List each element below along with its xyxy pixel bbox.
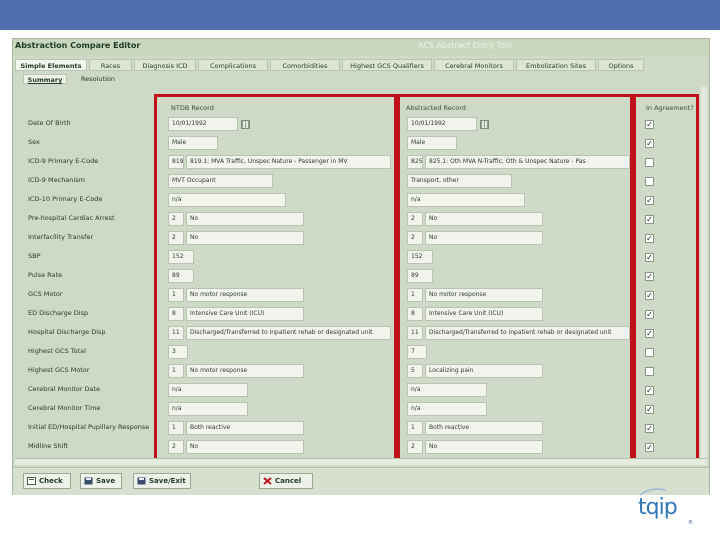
row-label: Pulse Rate bbox=[28, 271, 63, 279]
cancel-icon bbox=[263, 477, 272, 485]
save-exit-label: Save/Exit bbox=[149, 477, 186, 485]
tool-title: ACS Abstract Entry Tool bbox=[418, 41, 513, 50]
abstraction-compare-window: Abstraction Compare Editor ACS Abstract … bbox=[12, 38, 710, 495]
row-label: Initial ED/Hospital Pupillary Response bbox=[28, 423, 150, 431]
row-label: Midline Shift bbox=[28, 442, 69, 450]
row-label: Highest GCS Motor bbox=[28, 366, 90, 374]
row-label: Highest GCS Total bbox=[28, 347, 86, 355]
row-label: GCS Motor bbox=[28, 290, 63, 298]
row-label: Interfacility Transfer bbox=[28, 233, 94, 241]
row-label: Hospital Discharge Disp bbox=[28, 328, 106, 336]
tab-simple-elements[interactable]: Simple Elements bbox=[15, 59, 87, 71]
tab-races[interactable]: Races bbox=[89, 59, 132, 71]
row-label: Cerebral Monitor Time bbox=[28, 404, 101, 412]
check-icon bbox=[27, 477, 36, 485]
subtab-summary[interactable]: Summary bbox=[23, 74, 67, 84]
tab-diagnosis-icd[interactable]: Diagnosis ICD bbox=[134, 59, 196, 71]
row-label: ICD-10 Primary E-Code bbox=[28, 195, 103, 203]
row-label: SBP bbox=[28, 252, 41, 260]
row-label: ICD-9 Primary E-Code bbox=[28, 157, 99, 165]
row-label: Date Of Birth bbox=[28, 119, 71, 127]
title-bar: Abstraction Compare Editor ACS Abstract … bbox=[13, 39, 709, 55]
save-exit-icon bbox=[137, 477, 146, 485]
save-icon bbox=[84, 477, 93, 485]
save-button[interactable]: Save bbox=[80, 473, 122, 489]
horizontal-scrollbar[interactable] bbox=[15, 458, 707, 465]
agreement-highlight-box bbox=[633, 94, 699, 461]
save-label: Save bbox=[96, 477, 116, 485]
tab-options[interactable]: Options bbox=[598, 59, 644, 71]
abstracted-highlight-box bbox=[397, 94, 633, 461]
tqip-logo: tqip ® bbox=[638, 488, 698, 535]
row-label: Pre-hospital Cardiac Arrest bbox=[28, 214, 115, 222]
logo-registered-mark: ® bbox=[688, 520, 693, 526]
tab-comorbidities[interactable]: Comorbidities bbox=[270, 59, 340, 71]
cancel-button[interactable]: Cancel bbox=[259, 473, 313, 489]
logo-text: tqip bbox=[638, 495, 678, 520]
tab-cerebral-monitors[interactable]: Cerebral Monitors bbox=[434, 59, 514, 71]
ntdb-highlight-box bbox=[154, 94, 397, 461]
save-exit-button[interactable]: Save/Exit bbox=[133, 473, 191, 489]
tab-embolization-sites[interactable]: Embolization Sites bbox=[516, 59, 596, 71]
top-banner bbox=[0, 0, 720, 30]
row-label: ED Discharge Disp bbox=[28, 309, 89, 317]
tab-complications[interactable]: Complications bbox=[198, 59, 268, 71]
row-label: ICD-9 Mechanism bbox=[28, 176, 85, 184]
subtab-bar: Summary Resolution bbox=[13, 74, 709, 84]
tab-highest-gcs-qualifiers[interactable]: Highest GCS Qualifiers bbox=[342, 59, 432, 71]
button-bar: Check Save Save/Exit Cancel bbox=[13, 467, 709, 495]
tab-bar: Simple Elements Races Diagnosis ICD Comp… bbox=[13, 59, 709, 71]
editor-title: Abstraction Compare Editor bbox=[15, 41, 141, 50]
subtab-resolution[interactable]: Resolution bbox=[71, 74, 125, 84]
row-label: Cerebral Monitor Date bbox=[28, 385, 101, 393]
check-button[interactable]: Check bbox=[23, 473, 71, 489]
row-label: Sex bbox=[28, 138, 40, 146]
vertical-scrollbar[interactable] bbox=[701, 87, 707, 459]
check-label: Check bbox=[39, 477, 63, 485]
cancel-label: Cancel bbox=[275, 477, 302, 485]
